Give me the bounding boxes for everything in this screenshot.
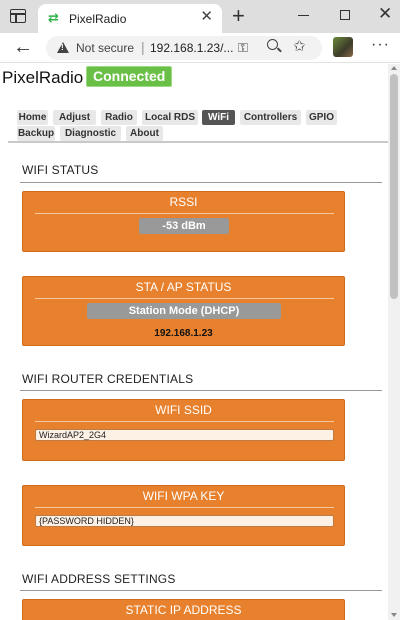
- station-mode-value: Station Mode (DHCP): [87, 303, 281, 319]
- tab-actions-icon[interactable]: [10, 9, 26, 23]
- card-divider: [35, 298, 334, 299]
- security-status[interactable]: Not secure: [76, 41, 134, 55]
- menu-item-diagnostic[interactable]: Diagnostic: [60, 126, 121, 141]
- page-scrollbar[interactable]: [388, 64, 400, 620]
- scroll-up-arrow-icon[interactable]: [391, 66, 397, 70]
- key-icon[interactable]: ⚿: [238, 40, 248, 56]
- back-arrow-icon[interactable]: ←: [13, 36, 33, 58]
- new-tab-icon[interactable]: +: [232, 5, 245, 27]
- section-divider: [20, 590, 382, 591]
- menu-item-home[interactable]: Home: [17, 110, 48, 125]
- menu-item-about[interactable]: About: [126, 126, 163, 141]
- more-options-icon[interactable]: ···: [371, 36, 390, 54]
- menu-divider: [8, 141, 388, 143]
- card-divider: [35, 507, 334, 508]
- page-content: PixelRadio Connected Home Adjust Radio L…: [0, 64, 388, 620]
- wifi-ssid-input[interactable]: WizardAP2_2G4: [35, 429, 334, 441]
- favorites-star-icon[interactable]: ✩: [293, 38, 306, 56]
- menu-item-adjust[interactable]: Adjust: [53, 110, 96, 125]
- menu-item-backup[interactable]: Backup: [17, 126, 55, 141]
- warning-icon[interactable]: [57, 42, 69, 53]
- url-text[interactable]: 192.168.1.23/...: [150, 41, 233, 55]
- zoom-icon[interactable]: [267, 39, 278, 50]
- wifi-wpa-key-input[interactable]: {PASSWORD HIDDEN}: [35, 515, 334, 527]
- maximize-icon[interactable]: [340, 10, 350, 20]
- pixelradio-favicon-icon: ⇄: [48, 10, 59, 25]
- scrollbar-thumb[interactable]: [390, 74, 398, 299]
- wifi-ssid-card: WIFI SSID WizardAP2_2G4: [22, 399, 345, 461]
- rssi-card: RSSI -53 dBm: [22, 191, 345, 252]
- menu-item-gpio[interactable]: GPIO: [306, 110, 337, 125]
- ip-address-value: 192.168.1.23: [154, 328, 213, 339]
- sta-ap-status-card: STA / AP STATUS Station Mode (DHCP) 192.…: [22, 276, 345, 346]
- scroll-down-arrow-icon[interactable]: [391, 613, 397, 617]
- card-title-static-ip: STATIC IP ADDRESS: [125, 603, 242, 617]
- card-title-wifi-ssid: WIFI SSID: [155, 403, 212, 417]
- minimize-icon[interactable]: [298, 15, 309, 16]
- browser-tab-bar: ⇄ PixelRadio ✕ + ✕: [0, 0, 400, 33]
- profile-avatar[interactable]: [333, 37, 353, 57]
- section-title-wifi-status: WIFI STATUS: [22, 163, 99, 177]
- section-divider: [20, 390, 382, 391]
- card-divider: [35, 213, 334, 214]
- close-window-icon[interactable]: ✕: [378, 5, 392, 23]
- menu-item-wifi[interactable]: WiFi: [202, 110, 235, 125]
- menu-item-local-rds[interactable]: Local RDS: [142, 110, 198, 125]
- section-title-address-settings: WIFI ADDRESS SETTINGS: [22, 572, 176, 586]
- menu-item-controllers[interactable]: Controllers: [240, 110, 301, 125]
- connection-status-badge: Connected: [86, 66, 173, 87]
- card-title-rssi: RSSI: [169, 195, 198, 209]
- browser-tab[interactable]: ⇄ PixelRadio ✕: [38, 4, 222, 33]
- section-divider: [20, 182, 382, 183]
- tab-title: PixelRadio: [69, 12, 127, 26]
- menu-item-radio[interactable]: Radio: [101, 110, 137, 125]
- card-divider: [35, 421, 334, 422]
- app-brand: PixelRadio: [2, 68, 84, 87]
- section-title-router-credentials: WIFI ROUTER CREDENTIALS: [22, 372, 194, 386]
- address-bar-row: ← Not secure | 192.168.1.23/... ⚿ ✩ ···: [0, 33, 400, 63]
- tab-close-icon[interactable]: ✕: [200, 9, 213, 25]
- static-ip-card: STATIC IP ADDRESS: [22, 599, 345, 620]
- address-bar[interactable]: Not secure | 192.168.1.23/... ⚿ ✩: [46, 36, 322, 60]
- card-title-wifi-wpa-key: WIFI WPA KEY: [142, 489, 225, 503]
- card-title-sta-ap-status: STA / AP STATUS: [135, 280, 232, 294]
- url-separator: |: [141, 39, 145, 55]
- rssi-value: -53 dBm: [139, 218, 229, 234]
- wifi-wpa-key-card: WIFI WPA KEY {PASSWORD HIDDEN}: [22, 485, 345, 546]
